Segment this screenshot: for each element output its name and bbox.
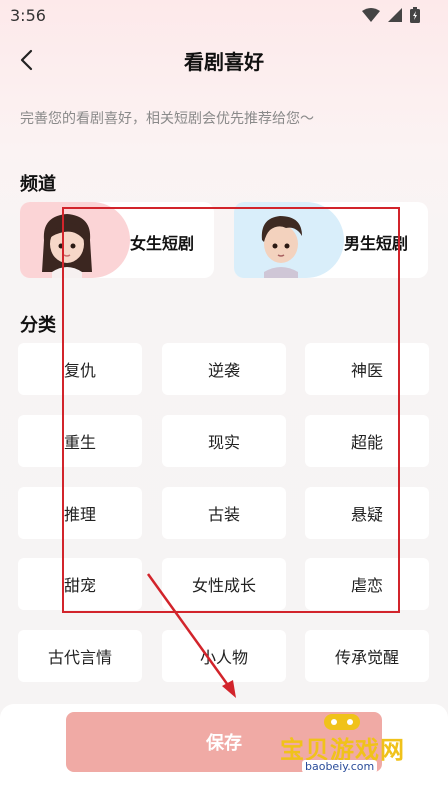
annotation-arrow-icon	[146, 573, 236, 698]
watermark: 宝贝游戏网 baobeiy.com	[272, 710, 422, 790]
watermark-url: baobeiy.com	[302, 760, 378, 773]
